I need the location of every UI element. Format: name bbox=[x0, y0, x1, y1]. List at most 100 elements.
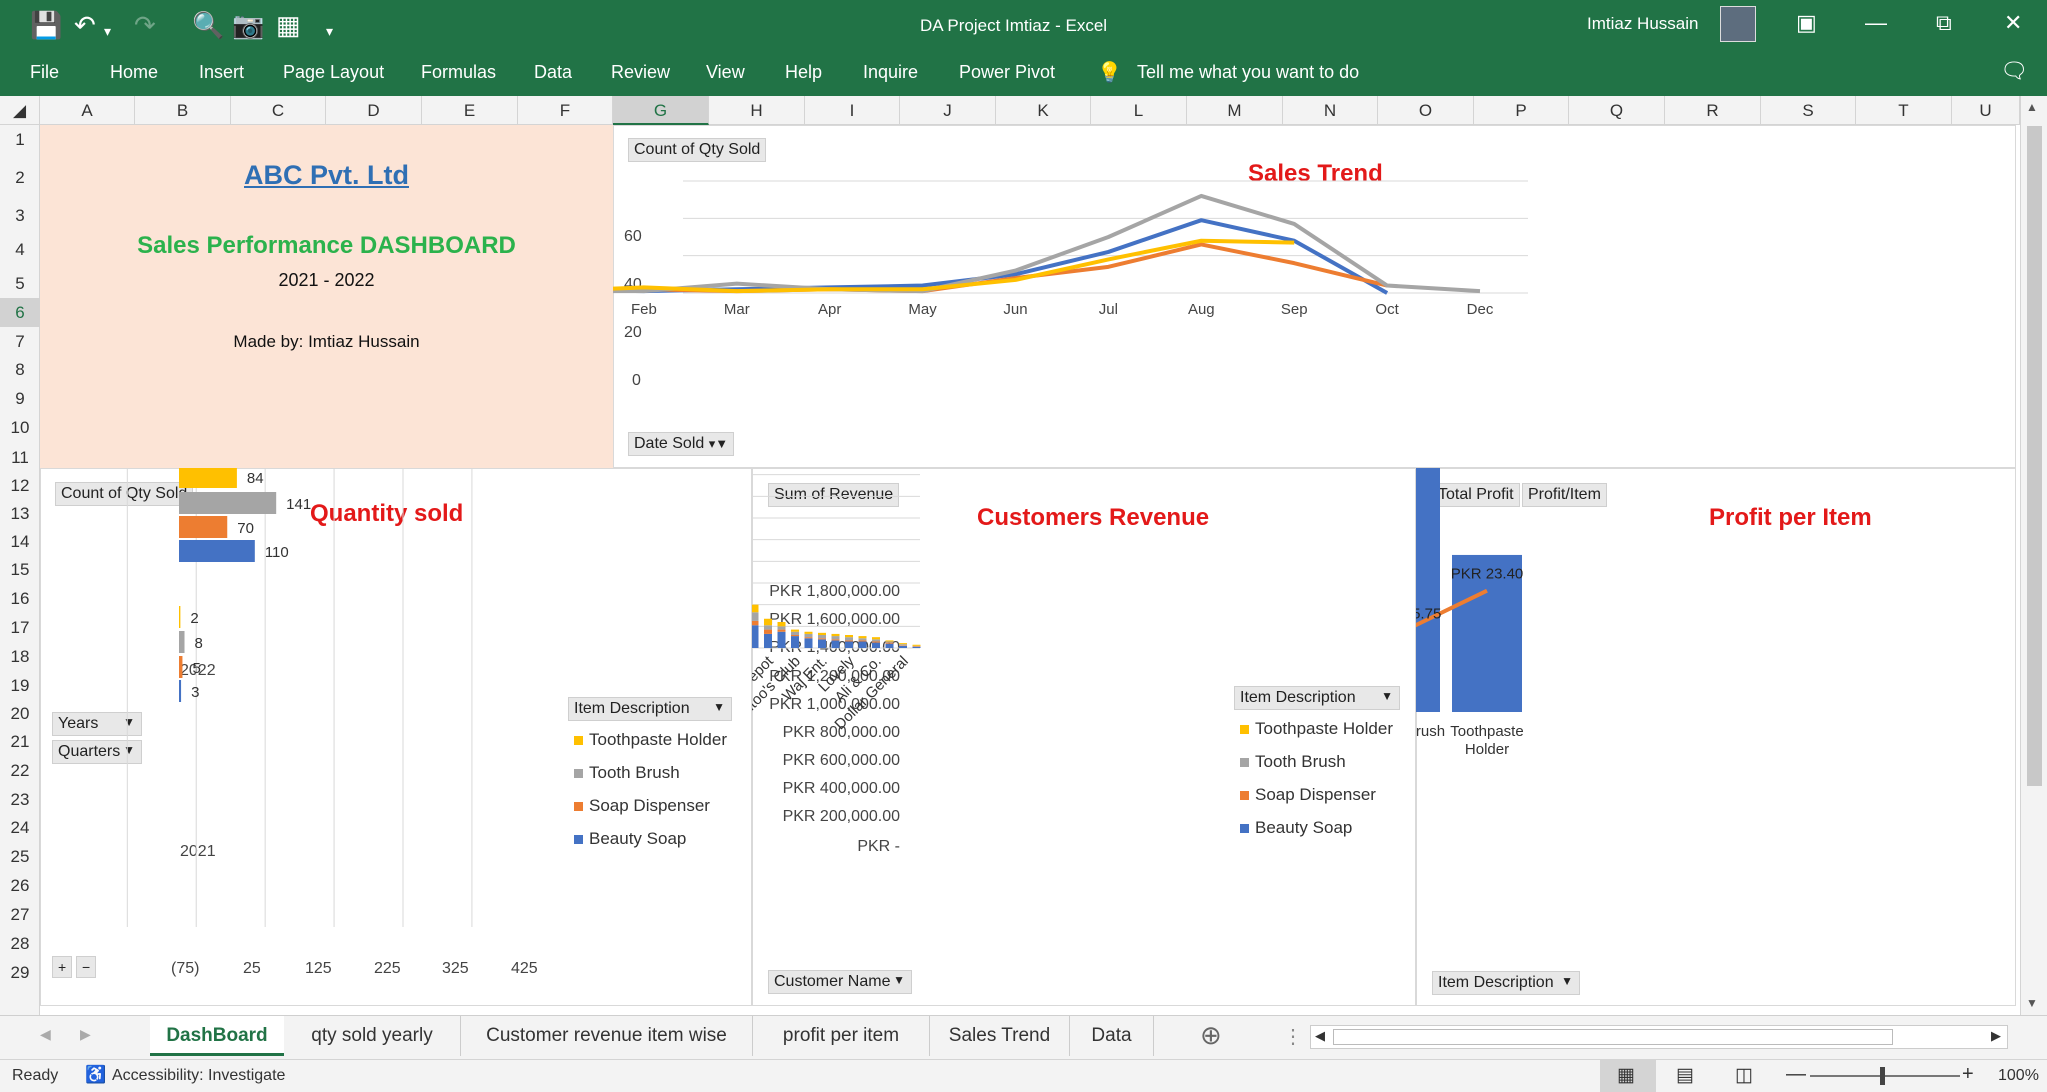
column-header[interactable]: P bbox=[1474, 96, 1569, 125]
zoom-in-icon[interactable]: + bbox=[1962, 1063, 1974, 1086]
row-header[interactable]: 9 bbox=[0, 384, 40, 413]
column-header[interactable]: T bbox=[1856, 96, 1952, 125]
column-header[interactable]: M bbox=[1187, 96, 1283, 125]
zoom-level[interactable]: 100% bbox=[1998, 1067, 2039, 1085]
row-header[interactable]: 1 bbox=[0, 125, 40, 154]
menu-inquire[interactable]: Inquire bbox=[863, 62, 918, 83]
menu-view[interactable]: View bbox=[706, 62, 745, 83]
select-all-corner[interactable]: ◢ bbox=[0, 96, 40, 125]
tab-dashboard[interactable]: DashBoard bbox=[150, 1016, 284, 1056]
vertical-scroll-thumb[interactable] bbox=[2027, 126, 2042, 786]
field-item-description[interactable]: Item Description ▼ bbox=[1234, 686, 1400, 710]
zoom-out-icon[interactable]: — bbox=[1786, 1063, 1806, 1086]
tab-scroll-left-icon[interactable]: ◀ bbox=[40, 1026, 51, 1043]
row-header-selected[interactable]: 6 bbox=[0, 298, 40, 327]
row-header[interactable]: 3 bbox=[0, 201, 40, 230]
tab-profit-per-item[interactable]: profit per item bbox=[753, 1016, 930, 1056]
tab-data[interactable]: Data bbox=[1070, 1016, 1154, 1056]
row-header[interactable]: 22 bbox=[0, 756, 40, 785]
accessibility-status[interactable]: Accessibility: Investigate bbox=[112, 1067, 285, 1085]
row-header[interactable]: 21 bbox=[0, 728, 40, 756]
column-header[interactable]: I bbox=[805, 96, 900, 125]
zoom-slider[interactable] bbox=[1810, 1075, 1960, 1077]
comments-icon[interactable]: 🗨 bbox=[2000, 58, 2028, 84]
tab-qty-sold-yearly[interactable]: qty sold yearly bbox=[284, 1016, 461, 1056]
normal-view-icon[interactable]: ▦ bbox=[1617, 1064, 1635, 1087]
menu-home[interactable]: Home bbox=[110, 62, 158, 83]
column-header[interactable]: S bbox=[1761, 96, 1856, 125]
menu-insert[interactable]: Insert bbox=[199, 62, 244, 83]
row-header[interactable]: 28 bbox=[0, 929, 40, 958]
column-header[interactable]: O bbox=[1378, 96, 1474, 125]
row-header[interactable]: 14 bbox=[0, 528, 40, 556]
menu-power-pivot[interactable]: Power Pivot bbox=[959, 62, 1055, 83]
menu-help[interactable]: Help bbox=[785, 62, 822, 83]
row-header[interactable]: 27 bbox=[0, 900, 40, 929]
print-preview-icon[interactable]: 🔍 bbox=[192, 12, 224, 38]
row-header[interactable]: 2 bbox=[0, 154, 40, 201]
restore-icon[interactable]: ⧉ bbox=[1936, 10, 1952, 36]
add-sheet-icon[interactable]: ⊕ bbox=[1200, 1020, 1222, 1051]
column-header[interactable]: D bbox=[326, 96, 422, 125]
row-header[interactable]: 19 bbox=[0, 671, 40, 700]
horizontal-scroll-thumb[interactable] bbox=[1333, 1029, 1893, 1045]
row-header[interactable]: 23 bbox=[0, 785, 40, 814]
dropdown-icon[interactable]: ▼ bbox=[1381, 689, 1393, 703]
vertical-scrollbar[interactable]: ▲ ▼ bbox=[2020, 96, 2047, 1015]
menu-page-layout[interactable]: Page Layout bbox=[283, 62, 384, 83]
hscroll-right-icon[interactable]: ▶ bbox=[1991, 1028, 2001, 1044]
row-header[interactable]: 16 bbox=[0, 584, 40, 613]
dropdown-icon[interactable]: ▼ bbox=[713, 700, 725, 714]
column-header[interactable]: C bbox=[231, 96, 326, 125]
menu-file[interactable]: File bbox=[30, 62, 59, 83]
menu-data[interactable]: Data bbox=[534, 62, 572, 83]
tab-split-handle[interactable]: ⋮ bbox=[1283, 1024, 1303, 1049]
column-header[interactable]: Q bbox=[1569, 96, 1665, 125]
column-header[interactable]: H bbox=[709, 96, 805, 125]
row-header[interactable]: 26 bbox=[0, 871, 40, 900]
undo-icon[interactable]: ↶ bbox=[74, 12, 96, 38]
hscroll-left-icon[interactable]: ◀ bbox=[1315, 1028, 1325, 1044]
row-header[interactable]: 18 bbox=[0, 642, 40, 671]
row-header[interactable]: 20 bbox=[0, 700, 40, 728]
user-name[interactable]: Imtiaz Hussain bbox=[1587, 14, 1698, 34]
customize-quick-access-icon[interactable]: ▾ bbox=[326, 18, 333, 44]
column-header[interactable]: F bbox=[518, 96, 613, 125]
column-header[interactable]: R bbox=[1665, 96, 1761, 125]
row-header[interactable]: 25 bbox=[0, 842, 40, 871]
tab-sales-trend[interactable]: Sales Trend bbox=[930, 1016, 1070, 1056]
menu-review[interactable]: Review bbox=[611, 62, 670, 83]
column-header[interactable]: L bbox=[1091, 96, 1187, 125]
tab-customer-revenue-item-wise[interactable]: Customer revenue item wise bbox=[461, 1016, 753, 1056]
scroll-up-icon[interactable]: ▲ bbox=[2026, 100, 2038, 114]
avatar[interactable] bbox=[1720, 6, 1756, 42]
row-header[interactable]: 4 bbox=[0, 230, 40, 270]
row-header[interactable]: 29 bbox=[0, 958, 40, 987]
row-header[interactable]: 8 bbox=[0, 356, 40, 384]
menu-formulas[interactable]: Formulas bbox=[421, 62, 496, 83]
horizontal-scrollbar[interactable]: ◀ ▶ bbox=[1310, 1025, 2008, 1049]
page-break-view-icon[interactable]: ◫ bbox=[1735, 1064, 1753, 1087]
row-header[interactable]: 10 bbox=[0, 413, 40, 443]
row-header[interactable]: 7 bbox=[0, 327, 40, 356]
column-header[interactable]: B bbox=[135, 96, 231, 125]
column-header[interactable]: U bbox=[1952, 96, 2020, 125]
field-item-description[interactable]: Item Description ▼ bbox=[568, 697, 732, 721]
scroll-down-icon[interactable]: ▼ bbox=[2026, 996, 2038, 1010]
pivot-icon[interactable]: ▦ bbox=[276, 12, 301, 38]
ribbon-display-icon[interactable]: ▣ bbox=[1796, 10, 1817, 36]
minimize-icon[interactable]: — bbox=[1865, 10, 1887, 36]
camera-icon[interactable]: 📷 bbox=[232, 12, 264, 38]
row-header[interactable]: 12 bbox=[0, 472, 40, 500]
save-icon[interactable]: 💾 bbox=[30, 12, 62, 38]
tab-scroll-right-icon[interactable]: ▶ bbox=[80, 1026, 91, 1043]
close-icon[interactable]: ✕ bbox=[2004, 10, 2022, 36]
undo-dropdown-icon[interactable]: ▾ bbox=[104, 18, 111, 44]
row-header[interactable]: 24 bbox=[0, 814, 40, 842]
row-header[interactable]: 17 bbox=[0, 613, 40, 642]
row-header[interactable]: 11 bbox=[0, 443, 40, 472]
tell-me-search[interactable]: Tell me what you want to do bbox=[1137, 62, 1359, 83]
row-header[interactable]: 13 bbox=[0, 500, 40, 528]
column-header[interactable]: A bbox=[40, 96, 135, 125]
page-layout-view-icon[interactable]: ▤ bbox=[1676, 1064, 1694, 1087]
